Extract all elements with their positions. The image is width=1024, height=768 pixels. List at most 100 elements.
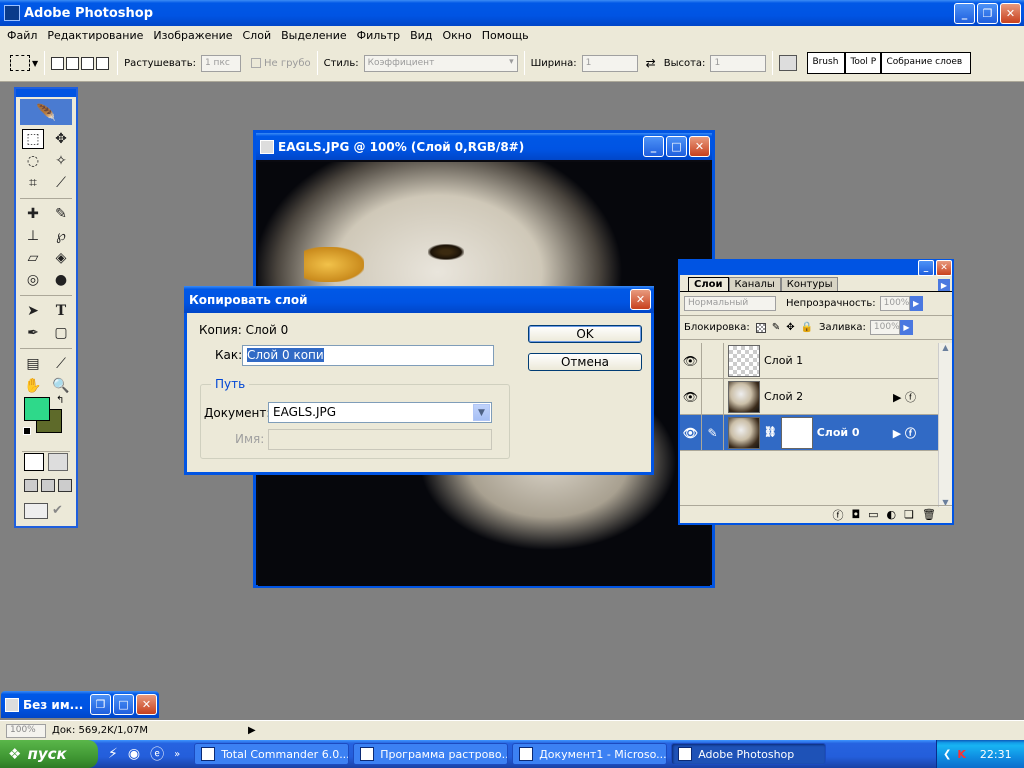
fill-input[interactable]: 100% bbox=[869, 320, 900, 335]
lock-all-icon[interactable]: 🔒 bbox=[801, 322, 813, 333]
pen-tool-icon[interactable]: ✒ bbox=[22, 323, 44, 343]
tray-expand-icon[interactable]: ❮ bbox=[943, 749, 951, 760]
jump-to-imageready-icon[interactable] bbox=[24, 503, 48, 519]
eyedropper-tool-icon[interactable]: ⟋ bbox=[50, 354, 72, 374]
feather-input[interactable]: 1 пкс bbox=[200, 54, 241, 72]
rectangle-shape-tool-icon[interactable]: ▢ bbox=[50, 323, 72, 343]
document-select[interactable]: EAGLS.JPG ▼ bbox=[268, 402, 492, 423]
visibility-eye-icon[interactable]: 👁 bbox=[680, 414, 702, 451]
add-selection-icon[interactable] bbox=[66, 56, 80, 70]
zoom-field[interactable]: 100% bbox=[6, 723, 46, 738]
blur-tool-icon[interactable]: ◎ bbox=[22, 270, 44, 290]
palette-minimize-button[interactable]: _ bbox=[918, 260, 934, 276]
quick-mask-mode-icon[interactable] bbox=[48, 453, 68, 471]
layer-effects-icon[interactable]: ▶ ⓕ bbox=[893, 389, 916, 405]
minidoc-restore-button[interactable]: ❐ bbox=[90, 694, 111, 715]
marquee-tool-icon[interactable] bbox=[10, 55, 30, 71]
hand-tool-icon[interactable]: ✋ bbox=[22, 376, 44, 396]
add-layer-mask-icon[interactable]: ◘ bbox=[851, 508, 860, 521]
kaspersky-icon[interactable]: K bbox=[957, 748, 966, 761]
tab-paths[interactable]: Контуры bbox=[780, 277, 839, 291]
doc-close-button[interactable]: ✕ bbox=[689, 136, 710, 157]
minidoc-close-button[interactable]: ✕ bbox=[136, 694, 157, 715]
ok-button[interactable]: OK bbox=[528, 325, 642, 343]
status-menu-arrow-icon[interactable]: ▶ bbox=[248, 725, 256, 736]
close-button[interactable]: ✕ bbox=[1000, 2, 1021, 24]
tool-preset-arrow-icon[interactable]: ▼ bbox=[32, 59, 38, 68]
palette-close-button[interactable]: ✕ bbox=[936, 260, 952, 276]
brush-edit-icon[interactable]: ✎ bbox=[702, 414, 724, 451]
minidoc-maximize-button[interactable]: □ bbox=[113, 694, 134, 715]
zoom-tool-icon[interactable]: 🔍 bbox=[50, 376, 72, 396]
move-tool-icon[interactable]: ✥ bbox=[50, 129, 72, 149]
clock[interactable]: 22:31 bbox=[980, 748, 1012, 761]
standard-mode-icon[interactable] bbox=[24, 453, 44, 471]
cancel-button[interactable]: Отмена bbox=[528, 353, 642, 371]
task-photoshop[interactable]: Adobe Photoshop bbox=[671, 743, 827, 765]
lock-pixels-icon[interactable]: ✎ bbox=[772, 322, 780, 333]
well-tab-layer-comps[interactable]: Собрание слоев bbox=[881, 52, 972, 74]
layer-effects-icon[interactable]: ▶ ⓕ bbox=[893, 425, 916, 441]
layer-row-layer1[interactable]: 👁 Слой 1 bbox=[680, 342, 938, 379]
menu-edit[interactable]: Редактирование bbox=[42, 29, 148, 42]
well-tab-brushes[interactable]: Brush bbox=[807, 52, 846, 74]
swap-colors-icon[interactable]: ↰ bbox=[56, 395, 64, 406]
scroll-up-icon[interactable]: ▲ bbox=[939, 343, 952, 352]
name-input[interactable] bbox=[268, 429, 492, 450]
quicklaunch-media-icon[interactable]: ◉ bbox=[128, 746, 140, 762]
fill-slider-arrow-icon[interactable]: ▶ bbox=[899, 320, 913, 335]
antialias-checkbox[interactable] bbox=[250, 58, 261, 68]
dialog-title-bar[interactable]: Копировать слой ✕ bbox=[184, 286, 654, 313]
menu-window[interactable]: Окно bbox=[437, 29, 476, 42]
menu-select[interactable]: Выделение bbox=[276, 29, 352, 42]
menu-image[interactable]: Изображение bbox=[148, 29, 237, 42]
layers-palette-title-bar[interactable]: _ ✕ bbox=[680, 260, 952, 276]
doc-maximize-button[interactable]: □ bbox=[666, 136, 687, 157]
delete-layer-icon[interactable]: 🗑 bbox=[922, 508, 936, 521]
foreground-color-swatch[interactable] bbox=[24, 397, 50, 421]
task-word-program[interactable]: Программа растрово... bbox=[353, 743, 509, 765]
layer-row-layer0[interactable]: 👁 ✎ ⛓ Слой 0 ▶ ⓕ bbox=[680, 414, 938, 451]
visibility-eye-icon[interactable]: 👁 bbox=[680, 378, 702, 415]
style-select[interactable]: Коэффициент ▾ bbox=[363, 54, 518, 72]
link-cell[interactable] bbox=[702, 342, 724, 379]
height-input[interactable]: 1 bbox=[710, 54, 767, 72]
layer-name-input[interactable]: Слой 0 копи bbox=[242, 345, 494, 366]
paint-bucket-tool-icon[interactable]: ◈ bbox=[50, 248, 72, 268]
new-adjustment-layer-icon[interactable]: ◐ bbox=[887, 508, 897, 521]
start-button[interactable]: ❖ пуск bbox=[0, 740, 98, 768]
doc-minimize-button[interactable]: _ bbox=[643, 136, 664, 157]
restore-button[interactable]: ❐ bbox=[977, 2, 998, 24]
visibility-eye-icon[interactable]: 👁 bbox=[680, 342, 702, 379]
mask-link-icon[interactable]: ⛓ bbox=[764, 427, 777, 438]
tab-layers[interactable]: Слои bbox=[688, 277, 729, 291]
feather-logo-icon[interactable]: 🪶 bbox=[20, 99, 72, 125]
tab-channels[interactable]: Каналы bbox=[728, 277, 781, 291]
task-word-document1[interactable]: Документ1 - Microso... bbox=[512, 743, 668, 765]
menu-view[interactable]: Вид bbox=[405, 29, 437, 42]
opacity-input[interactable]: 100% bbox=[879, 296, 910, 311]
subtract-selection-icon[interactable] bbox=[81, 56, 95, 70]
toolbox-title-bar[interactable] bbox=[16, 89, 76, 97]
palette-menu-arrow-icon[interactable]: ▶ bbox=[938, 279, 950, 291]
task-total-commander[interactable]: Total Commander 6.0... bbox=[194, 743, 350, 765]
intersect-selection-icon[interactable] bbox=[96, 56, 110, 70]
crop-tool-icon[interactable]: ⌗ bbox=[22, 173, 44, 193]
healing-brush-tool-icon[interactable]: ✚ bbox=[22, 204, 44, 224]
lasso-tool-icon[interactable]: ◌ bbox=[22, 151, 44, 171]
minimize-button[interactable]: _ bbox=[954, 2, 975, 24]
well-tab-tool-presets[interactable]: Tool P bbox=[845, 52, 882, 74]
full-screen-menu-mode-icon[interactable] bbox=[41, 479, 55, 492]
history-brush-tool-icon[interactable]: ℘ bbox=[50, 226, 72, 246]
menu-help[interactable]: Помощь bbox=[477, 29, 534, 42]
imageready-check-icon[interactable]: ✔ bbox=[52, 503, 68, 519]
link-cell[interactable] bbox=[702, 378, 724, 415]
quicklaunch-ie-icon[interactable]: ⓔ bbox=[150, 744, 164, 764]
magic-wand-tool-icon[interactable]: ✧ bbox=[50, 151, 72, 171]
lock-transparency-icon[interactable] bbox=[755, 322, 766, 333]
path-selection-tool-icon[interactable]: ➤ bbox=[22, 301, 44, 321]
slice-tool-icon[interactable]: ⟋ bbox=[50, 173, 72, 193]
full-screen-mode-icon[interactable] bbox=[58, 479, 72, 492]
chevron-down-icon[interactable]: ▼ bbox=[473, 404, 490, 421]
menu-file[interactable]: Файл bbox=[2, 29, 42, 42]
